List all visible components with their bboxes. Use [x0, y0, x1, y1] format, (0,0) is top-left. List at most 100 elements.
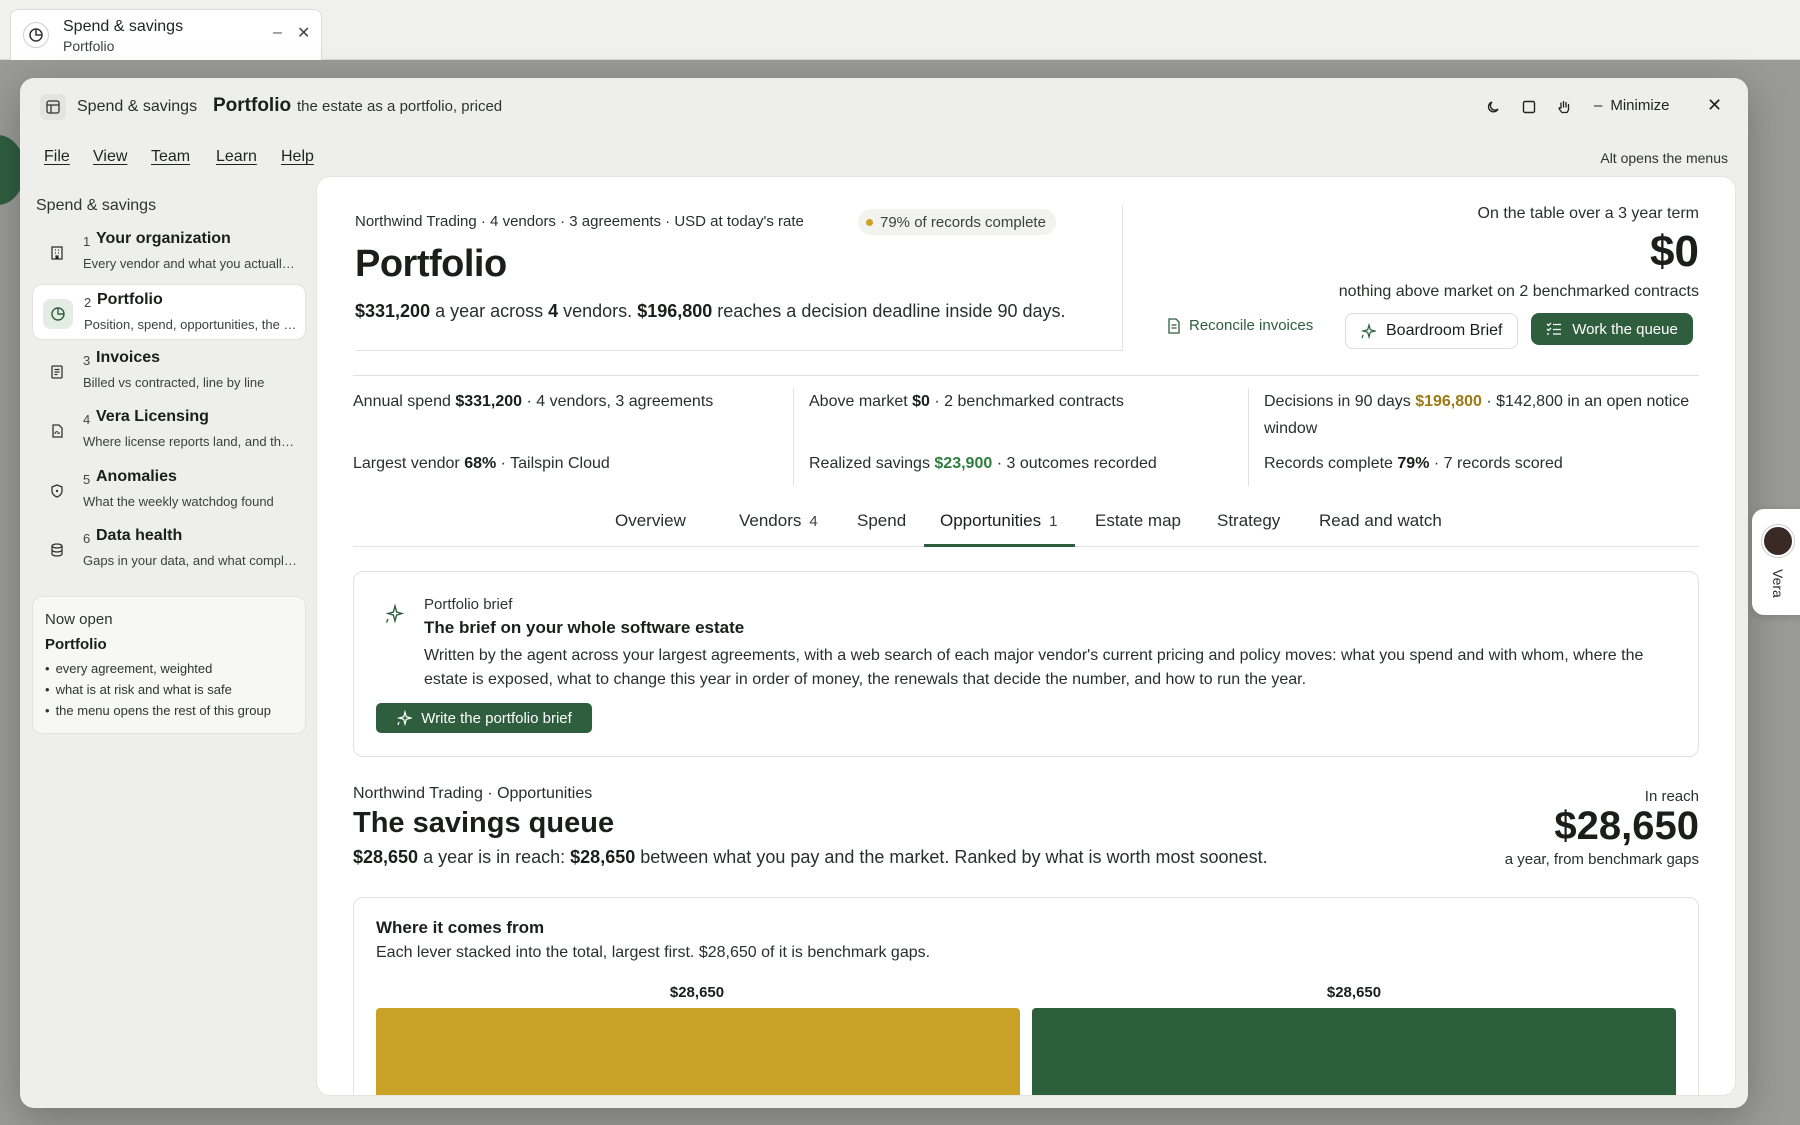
breadcrumb-page: Portfolio [213, 95, 292, 116]
vera-label: Vera [1770, 569, 1786, 598]
pie-chart-icon [43, 299, 73, 329]
menu-learn[interactable]: Learn [216, 148, 257, 166]
boardroom-brief-button[interactable]: Boardroom Brief [1345, 313, 1518, 349]
stats-column-1: Annual spend $331,200 · 4 vendors, 3 agr… [353, 388, 793, 486]
comes-from-title: Where it comes from [376, 918, 545, 937]
sidebar-item-number: 2 [84, 295, 92, 310]
page-title: Portfolio [355, 243, 507, 285]
queue-title: The savings queue [353, 807, 615, 839]
titlebar: Spend & savings Portfolio the estate as … [20, 78, 1748, 136]
sidebar-item-number: 5 [83, 472, 91, 487]
term-summary: On the table over a 3 year term $0 nothi… [1123, 205, 1699, 351]
sidebar-item-anomalies[interactable]: 5 Anomalies What the weekly watchdog fou… [32, 462, 306, 518]
stats-column-3: Decisions in 90 days $196,800 · $142,800… [1248, 388, 1699, 486]
close-icon[interactable]: ✕ [1707, 95, 1722, 116]
queue-summary: $28,650 a year is in reach: $28,650 betw… [353, 847, 1268, 867]
shield-icon [42, 476, 72, 506]
in-reach-note: a year, from benchmark gaps [1504, 851, 1699, 868]
sidebar-item-label: Data health [96, 527, 183, 544]
sidebar-item-desc: Billed vs contracted, line by line [83, 375, 265, 390]
os-tab-subtitle: Portfolio [63, 38, 115, 54]
database-icon [42, 535, 72, 565]
sidebar-item-desc: Gaps in your data, and what completes th… [83, 553, 297, 568]
status-badge-label: 79% of records complete [880, 213, 1046, 231]
sidebar-item-label: Portfolio [97, 291, 163, 308]
reconcile-invoices-button[interactable]: Reconcile invoices [1167, 317, 1313, 334]
work-the-queue-button[interactable]: Work the queue [1531, 313, 1693, 345]
minus-icon: – [1594, 97, 1603, 114]
stat-realized-savings: Realized savings $23,900 · 3 outcomes re… [809, 455, 1157, 472]
now-open-page: Portfolio [45, 636, 107, 653]
tab-estate-map[interactable]: Estate map [1095, 511, 1181, 531]
os-tab[interactable]: Spend & savings Portfolio – ✕ [10, 9, 322, 60]
minimize-label: Minimize [1610, 97, 1670, 114]
sidebar-item-number: 6 [83, 531, 91, 546]
document-icon [42, 357, 72, 387]
tab-overview[interactable]: Overview [615, 511, 686, 531]
list-item: every agreement, weighted [45, 661, 271, 682]
sparkle-icon [1360, 323, 1376, 339]
layout-icon [40, 94, 66, 120]
bar-label: $28,650 [1326, 984, 1382, 1001]
bar-benchmark-gaps[interactable] [376, 1008, 1020, 1095]
sidebar-item-invoices[interactable]: 3 Invoices Billed vs contracted, line by… [32, 343, 306, 399]
menu-team[interactable]: Team [151, 148, 190, 166]
os-tab-strip: Spend & savings Portfolio – ✕ [0, 0, 1800, 60]
sidebar-item-label: Anomalies [96, 468, 177, 485]
building-icon [42, 238, 72, 268]
menu-file[interactable]: File [44, 148, 70, 166]
menu-view[interactable]: View [93, 148, 127, 166]
page-tagline: the estate as a portfolio, priced [297, 98, 503, 115]
stat-above-market: Above market $0 · 2 benchmarked contract… [809, 393, 1124, 410]
list-item: what is at risk and what is safe [45, 682, 271, 703]
os-tab-minimize-button[interactable]: – [273, 24, 282, 42]
stats-column-2: Above market $0 · 2 benchmarked contract… [793, 388, 1248, 486]
now-open-list: every agreement, weighted what is at ris… [45, 661, 271, 724]
now-open-heading: Now open [45, 611, 113, 628]
sidebar-heading: Spend & savings [36, 197, 157, 214]
brief-title: The brief on your whole software estate [424, 618, 745, 637]
brief-kicker: Portfolio brief [424, 596, 513, 613]
term-note: nothing above market on 2 benchmarked co… [1338, 283, 1699, 300]
main-panel: Northwind Trading · 4 vendors · 3 agreem… [316, 176, 1736, 1096]
sidebar-item-desc: What the weekly watchdog found [83, 494, 274, 509]
bar-total[interactable] [1032, 1008, 1676, 1095]
now-open-card: Now open Portfolio every agreement, weig… [32, 596, 306, 734]
stat-largest-vendor: Largest vendor 68% · Tailspin Cloud [353, 455, 610, 472]
sidebar-item-number: 3 [83, 353, 91, 368]
key-stats: Annual spend $331,200 · 4 vendors, 3 agr… [353, 375, 1699, 491]
sidebar-item-number: 1 [83, 234, 91, 249]
write-portfolio-brief-button[interactable]: Write the portfolio brief [376, 703, 592, 733]
sidebar-item-desc: Every vendor and what you actually pay [83, 256, 297, 271]
menu-help[interactable]: Help [281, 148, 314, 166]
tab-strategy[interactable]: Strategy [1217, 511, 1280, 531]
menu-hint: Alt opens the menus [1600, 150, 1728, 166]
hand-icon[interactable] [1552, 95, 1576, 119]
sidebar-item-your-organization[interactable]: 1 Your organization Every vendor and wha… [32, 224, 306, 280]
in-reach-label: In reach [1644, 788, 1699, 805]
sidebar-item-label: Invoices [96, 349, 161, 366]
minimize-button[interactable]: – Minimize [1594, 97, 1670, 114]
header-summary: $331,200 a year across 4 vendors. $196,8… [355, 301, 1066, 321]
sidebar-item-data-health[interactable]: 6 Data health Gaps in your data, and wha… [32, 521, 306, 577]
stat-decisions: Decisions in 90 days $196,800 · $142,800… [1264, 393, 1690, 437]
sidebar-item-desc: Where license reports land, and their st… [83, 434, 297, 449]
sidebar-item-portfolio[interactable]: 2 Portfolio Position, spend, opportuniti… [32, 284, 306, 340]
tab-spend[interactable]: Spend [857, 511, 906, 531]
tab-read-and-watch[interactable]: Read and watch [1319, 511, 1442, 531]
pie-chart-icon [23, 22, 49, 48]
vera-assistant-tab[interactable]: Vera [1752, 509, 1800, 615]
os-tab-close-button[interactable]: ✕ [297, 23, 310, 43]
square-icon[interactable] [1517, 95, 1541, 119]
moon-icon[interactable] [1482, 95, 1506, 119]
list-item: the menu opens the rest of this group [45, 703, 271, 724]
comes-from-description: Each lever stacked into the total, large… [376, 944, 931, 961]
tab-vendors[interactable]: Vendors 4 [739, 511, 818, 531]
tab-opportunities[interactable]: Opportunities 1 [940, 511, 1057, 531]
breadcrumb-group[interactable]: Spend & savings [77, 98, 197, 116]
sidebar-item-label: Vera Licensing [96, 408, 209, 425]
bar-label: $28,650 [669, 984, 725, 1001]
sidebar-item-number: 4 [83, 412, 91, 427]
sidebar-item-vera-licensing[interactable]: 4 Vera Licensing Where license reports l… [32, 402, 306, 458]
active-tab-indicator [924, 544, 1075, 547]
